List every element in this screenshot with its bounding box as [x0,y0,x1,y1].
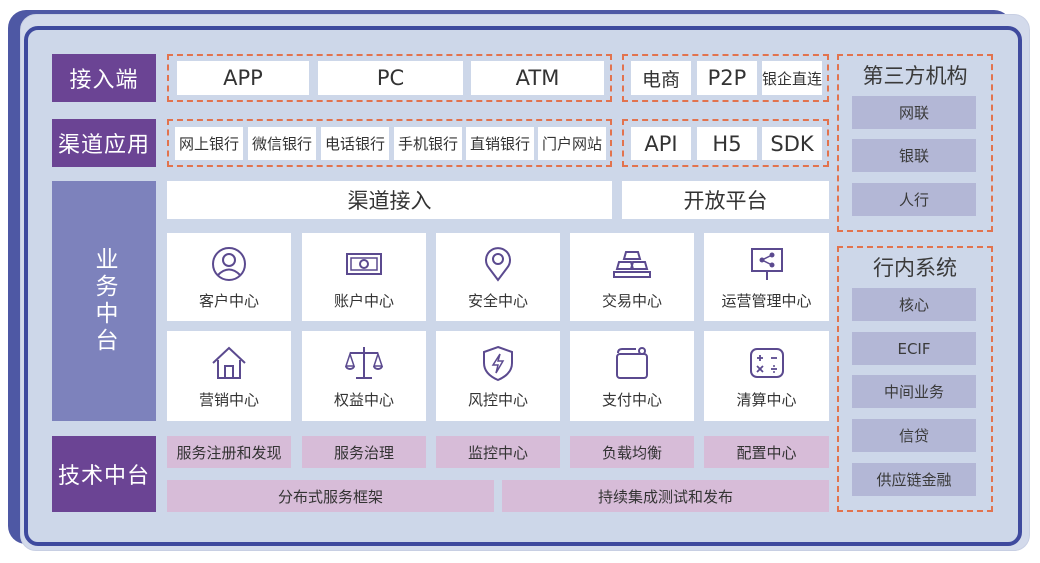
access-pc: PC [318,61,463,95]
channel-phone-banking: 电话银行 [321,127,389,160]
tech-distributed-framework: 分布式服务框架 [167,480,494,512]
center-label: 交易中心 [601,291,662,310]
channel-mobile-banking: 手机银行 [394,127,462,160]
center-label: 风控中心 [467,390,528,409]
tech-config-center: 配置中心 [704,436,829,468]
layer-label-access: 接入端 [52,54,156,102]
third-party-pboc: 人行 [852,183,976,216]
channel-direct-banking: 直销银行 [466,127,534,160]
calculator-icon [749,347,784,378]
center-label: 清算中心 [736,390,797,409]
center-label: 账户中心 [333,291,394,310]
center-card-security: 安全中心 [436,233,560,321]
internal-core: 核心 [852,288,976,321]
center-card-account: 账户中心 [302,233,426,321]
center-label: 支付中心 [601,390,662,409]
center-card-clearing: 清算中心 [704,331,829,421]
banknote-icon [346,252,382,275]
center-card-payment: 支付中心 [570,331,694,421]
center-label: 客户中心 [198,291,259,310]
tech-service-governance: 服务治理 [302,436,426,468]
internal-systems-title: 行内系统 [873,256,957,280]
internal-credit: 信贷 [852,419,976,452]
third-party-unionpay: 银联 [852,139,976,172]
tech-load-balancing: 负载均衡 [570,436,694,468]
access-atm: ATM [471,61,604,95]
center-card-trading: 交易中心 [570,233,694,321]
access-ecommerce: 电商 [631,61,691,95]
center-label: 营销中心 [198,390,259,409]
access-bank-enterprise: 银企直连 [762,61,822,95]
center-card-operations: 运营管理中心 [704,233,829,321]
center-card-risk: 风控中心 [436,331,560,421]
gold-bars-icon [613,250,651,278]
channel-portal: 门户网站 [538,127,606,160]
channel-wechat-banking: 微信银行 [248,127,316,160]
access-app: APP [177,61,309,95]
location-pin-icon [485,246,511,282]
layer-label-tech: 技术中台 [52,436,156,512]
layer-label-channel: 渠道应用 [52,119,156,167]
house-icon [212,346,246,379]
center-label: 运营管理中心 [721,291,812,310]
center-label: 安全中心 [467,291,528,310]
wallet-icon [616,346,648,379]
center-label: 权益中心 [333,390,394,409]
presentation-share-icon [750,247,783,280]
tech-service-discovery: 服务注册和发现 [167,436,291,468]
open-platform-header: 开放平台 [622,181,829,219]
channel-access-header: 渠道接入 [167,181,612,219]
center-card-customer: 客户中心 [167,233,291,321]
center-card-rights: 权益中心 [302,331,426,421]
third-party-nucc: 网联 [852,96,976,129]
shield-bolt-icon [483,345,513,381]
internal-ecif: ECIF [852,332,976,365]
channel-h5: H5 [697,127,757,160]
tech-ci-cd: 持续集成测试和发布 [502,480,829,512]
internal-supply-chain-finance: 供应链金融 [852,463,976,496]
scales-icon [344,346,384,379]
channel-sdk: SDK [762,127,822,160]
layer-label-business: 业务中台 [52,181,156,421]
channel-api: API [631,127,691,160]
channel-online-banking: 网上银行 [175,127,243,160]
internal-intermediary: 中间业务 [852,375,976,408]
tech-monitoring: 监控中心 [436,436,560,468]
third-party-title: 第三方机构 [862,64,968,88]
access-p2p: P2P [697,61,757,95]
user-icon [212,246,246,281]
center-card-marketing: 营销中心 [167,331,291,421]
